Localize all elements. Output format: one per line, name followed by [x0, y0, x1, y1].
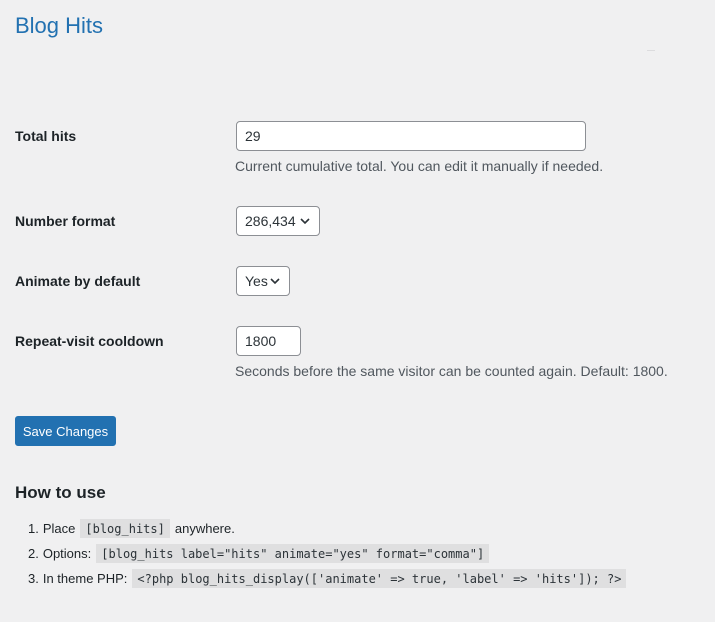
list-item: 1. Place [blog_hits] anywhere.: [28, 516, 631, 541]
cooldown-input[interactable]: [236, 326, 301, 356]
animate-label: Animate by default: [15, 273, 141, 289]
number-format-select[interactable]: 286,434: [236, 206, 320, 236]
animate-selected-value: Yes: [245, 273, 268, 289]
list-item-number: 3.: [28, 571, 39, 586]
animate-select[interactable]: Yes: [236, 266, 290, 296]
list-item-number: 1.: [28, 521, 39, 536]
list-item-prefix: In theme PHP:: [42, 571, 128, 586]
chevron-down-icon: [300, 218, 310, 225]
shortcode-snippet: [blog_hits label="hits" animate="yes" fo…: [96, 544, 490, 563]
number-format-label: Number format: [15, 213, 116, 229]
list-item: 3. In theme PHP: <?php blog_hits_display…: [28, 566, 631, 591]
list-item: 2. Options: [blog_hits label="hits" anim…: [28, 541, 631, 566]
decorative-divider: [647, 50, 655, 51]
total-hits-label: Total hits: [15, 128, 77, 144]
save-button[interactable]: Save Changes: [15, 416, 116, 446]
total-hits-input[interactable]: [236, 121, 586, 151]
total-hits-description: Current cumulative total. You can edit i…: [235, 158, 604, 174]
list-item-prefix: Options:: [42, 546, 92, 561]
number-format-selected-value: 286,434: [245, 213, 296, 229]
cooldown-description: Seconds before the same visitor can be c…: [235, 363, 668, 379]
list-item-suffix: anywhere.: [174, 521, 235, 536]
shortcode-snippet: [blog_hits]: [80, 519, 170, 538]
chevron-down-icon: [270, 278, 280, 285]
howto-title: How to use: [15, 483, 106, 502]
howto-list: 1. Place [blog_hits] anywhere. 2. Option…: [28, 516, 631, 591]
cooldown-label: Repeat-visit cooldown: [15, 333, 164, 349]
list-item-number: 2.: [28, 546, 39, 561]
list-item-prefix: Place: [42, 521, 76, 536]
page-title: Blog Hits: [15, 13, 104, 38]
php-snippet: <?php blog_hits_display(['animate' => tr…: [132, 569, 627, 588]
